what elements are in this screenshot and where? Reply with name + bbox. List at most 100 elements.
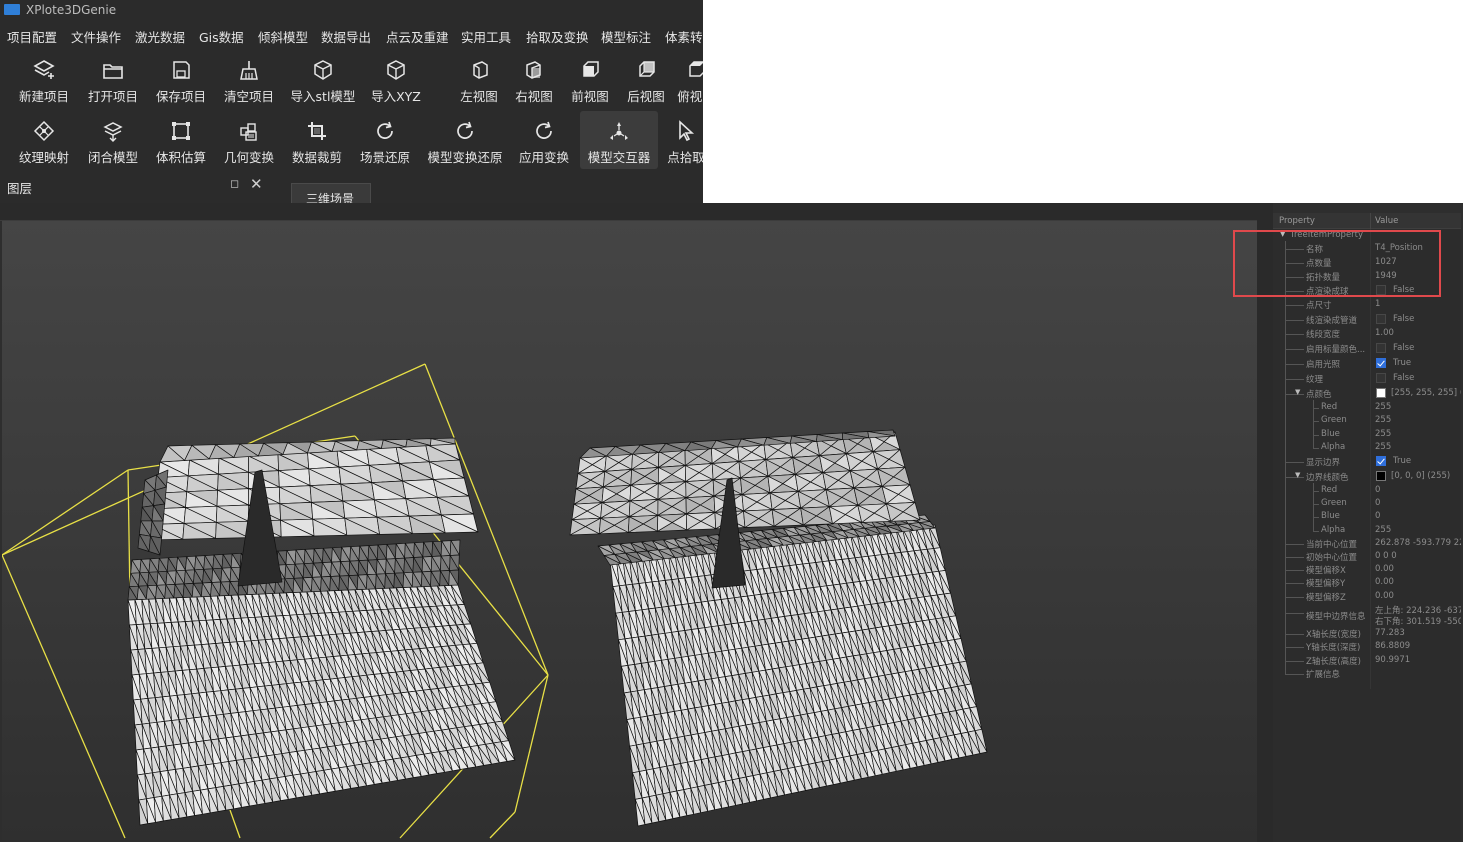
property-row[interactable]: 当前中心位置 262.878 -593.779 22...: [1273, 538, 1461, 550]
app-title: XPlote3DGenie: [26, 3, 117, 17]
menu-item-1[interactable]: 文件操作: [71, 27, 121, 46]
mesh-model-left[interactable]: [127, 437, 516, 826]
property-row[interactable]: 线渲染成管道 False: [1273, 314, 1461, 326]
property-name: 模型中边界信息: [1306, 612, 1366, 622]
property-name: 显示边界: [1306, 458, 1341, 468]
menu-item-5[interactable]: 数据导出: [321, 27, 371, 46]
property-row[interactable]: Alpha 255: [1273, 525, 1461, 537]
toolbar-button-label: 左视图: [460, 89, 498, 104]
toolbar-button-toolbar_row2-0[interactable]: 纹理映射: [10, 111, 78, 169]
toolbar-button-label: 前视图: [571, 89, 609, 104]
property-row[interactable]: Alpha 255: [1273, 442, 1461, 454]
property-value: False: [1393, 343, 1415, 353]
property-name: 边界线颜色: [1306, 473, 1349, 483]
broom-icon: [240, 61, 258, 80]
property-row[interactable]: X轴长度(宽度) 77.283: [1273, 628, 1461, 640]
property-row[interactable]: Red 255: [1273, 402, 1461, 414]
property-row[interactable]: 模型偏移X 0.00: [1273, 564, 1461, 576]
property-row[interactable]: 显示边界 True: [1273, 456, 1461, 468]
viewport-top-strip: [0, 203, 1258, 221]
menu-item-0[interactable]: 项目配置: [7, 27, 57, 46]
tab-3d-scene[interactable]: 三维场景: [291, 183, 371, 203]
toolbar-button-toolbar_row2-7[interactable]: 应用变换: [511, 111, 577, 169]
menu-item-7[interactable]: 实用工具: [461, 27, 511, 46]
menu-item-10[interactable]: 体素转换: [665, 27, 703, 46]
property-row[interactable]: Blue 255: [1273, 429, 1461, 441]
property-row[interactable]: 模型偏移Z 0.00: [1273, 591, 1461, 603]
toolbar-button-toolbar_row1-3[interactable]: 清空项目: [215, 50, 283, 108]
refresh-icon: [457, 121, 473, 139]
toolbar-button-toolbar_row1-6[interactable]: 左视图: [450, 50, 508, 108]
property-checkbox[interactable]: [1376, 358, 1386, 368]
menu-item-8[interactable]: 拾取及变换: [526, 27, 589, 46]
crop-icon: [308, 122, 326, 140]
property-row[interactable]: Green 255: [1273, 415, 1461, 427]
property-row[interactable]: Y轴长度(深度) 86.8809: [1273, 641, 1461, 653]
close-icon[interactable]: ✕: [250, 175, 263, 193]
panel-splitter[interactable]: [1257, 203, 1273, 842]
cube-icon: [387, 60, 405, 80]
property-checkbox[interactable]: [1376, 314, 1386, 324]
toolbar-button-label: 场景还原: [359, 150, 410, 165]
chevron-down-icon[interactable]: ▼: [1295, 388, 1300, 396]
property-row[interactable]: Red 0: [1273, 485, 1461, 497]
menu-item-2[interactable]: 激光数据: [135, 27, 185, 46]
property-name: Z轴长度(高度): [1306, 657, 1361, 667]
property-row[interactable]: 线段宽度 1.00: [1273, 328, 1461, 340]
3d-viewport[interactable]: [2, 221, 1257, 840]
toolbar-button-toolbar_row2-1[interactable]: 闭合模型: [80, 111, 146, 169]
property-row[interactable]: 模型中边界信息左上角: 224.236 -637...右下角: 301.519 …: [1273, 606, 1461, 627]
toolbar-button-toolbar_row2-8[interactable]: 模型交互器: [580, 111, 658, 169]
toolbar-button-toolbar_row1-4[interactable]: 导入stl模型: [284, 50, 362, 108]
toolbar-button-toolbar_row2-6[interactable]: 模型变换还原: [424, 111, 506, 169]
property-row[interactable]: Green 0: [1273, 498, 1461, 510]
menu-item-9[interactable]: 模型标注: [601, 27, 651, 46]
toolbar-button-toolbar_row1-8[interactable]: 前视图: [561, 50, 619, 108]
toolbar-button-toolbar_row1-2[interactable]: 保存项目: [147, 50, 215, 108]
property-value: [0, 0, 0] (255): [1391, 471, 1451, 481]
toolbar-button-toolbar_row1-7[interactable]: 右视图: [505, 50, 563, 108]
property-row[interactable]: 启用光照 True: [1273, 358, 1461, 370]
property-row[interactable]: 模型偏移Y 0.00: [1273, 577, 1461, 589]
menu-item-4[interactable]: 倾斜模型: [258, 27, 308, 46]
chevron-down-icon[interactable]: ▼: [1295, 471, 1300, 479]
menu-item-3[interactable]: Gis数据: [199, 27, 244, 46]
toolbar-button-toolbar_row2-3[interactable]: 几何变换: [215, 111, 283, 169]
toolbar-button-toolbar_row2-9[interactable]: 点拾取: [662, 111, 703, 169]
toolbar-button-toolbar_row1-5[interactable]: 导入XYZ: [362, 50, 430, 108]
toolbar-button-toolbar_row1-0[interactable]: 新建项目: [10, 50, 78, 108]
property-checkbox[interactable]: [1376, 456, 1386, 466]
property-name: 初始中心位置: [1306, 553, 1358, 563]
toolbar-button-label: 新建项目: [18, 89, 69, 104]
toolbar-button-label: 纹理映射: [18, 150, 69, 165]
color-swatch[interactable]: [1376, 471, 1386, 481]
property-value: [255, 255, 255] (2...: [1391, 388, 1461, 398]
toolbar-button-label: 后视图: [627, 89, 665, 104]
property-row[interactable]: ▼ 点颜色 [255, 255, 255] (2...: [1273, 388, 1461, 400]
toolbar-button-toolbar_row2-2[interactable]: 体积估算: [147, 111, 215, 169]
property-name: 模型偏移Z: [1306, 593, 1346, 603]
float-panel-icon[interactable]: ◻: [230, 177, 239, 190]
property-row[interactable]: Z轴长度(高度) 90.9971: [1273, 655, 1461, 667]
toolbar-button-toolbar_row1-10[interactable]: 俯视图: [676, 50, 703, 108]
property-checkbox[interactable]: [1376, 343, 1386, 353]
property-row[interactable]: 点尺寸 1: [1273, 299, 1461, 311]
toolbar-button-toolbar_row1-1[interactable]: 打开项目: [80, 50, 146, 108]
toolbar-button-toolbar_row2-5[interactable]: 场景还原: [352, 111, 418, 169]
property-name: 点尺寸: [1306, 301, 1332, 311]
toolbar-button-toolbar_row1-9[interactable]: 后视图: [617, 50, 675, 108]
menu-item-6[interactable]: 点云及重建: [386, 27, 449, 46]
property-row[interactable]: ▼ 边界线颜色 [0, 0, 0] (255): [1273, 471, 1461, 483]
title-bar: XPlote3DGenie: [0, 0, 703, 20]
property-row[interactable]: Blue 0: [1273, 511, 1461, 523]
toolbar-button-toolbar_row2-4[interactable]: 数据裁剪: [284, 111, 350, 169]
property-row[interactable]: 扩展信息: [1273, 668, 1461, 680]
property-row[interactable]: 启用标量颜色... False: [1273, 343, 1461, 355]
property-checkbox[interactable]: [1376, 373, 1386, 383]
property-row[interactable]: 初始中心位置 0 0 0: [1273, 551, 1461, 563]
property-name: 当前中心位置: [1306, 540, 1358, 550]
color-swatch[interactable]: [1376, 388, 1386, 398]
property-row[interactable]: 纹理 False: [1273, 373, 1461, 385]
toolbar-button-label: 体积估算: [155, 150, 206, 165]
3d-scene-canvas[interactable]: [2, 221, 1257, 840]
